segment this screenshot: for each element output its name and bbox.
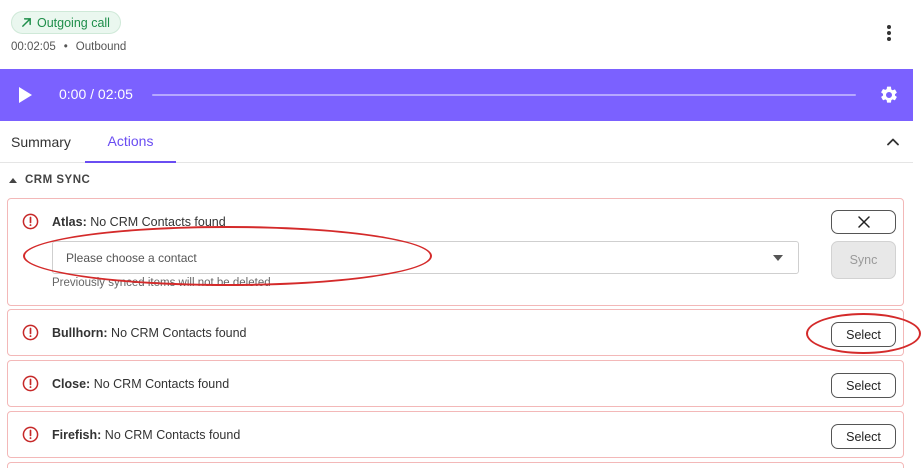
dropdown-arrow-icon [773, 255, 783, 261]
contact-select-placeholder: Please choose a contact [66, 250, 197, 265]
badge-label: Outgoing call [37, 15, 110, 30]
arrow-up-right-icon [22, 18, 31, 27]
contact-select[interactable]: Please choose a contact [52, 241, 799, 274]
crm-status: No CRM Contacts found [107, 326, 247, 340]
call-meta: 00:02:05 • Outbound [11, 41, 126, 53]
crm-card-bullhorn: Bullhorn: No CRM Contacts found Select [7, 309, 904, 356]
exclamation-circle-icon [22, 213, 39, 230]
play-icon[interactable] [17, 86, 33, 104]
crm-status-line: Firefish: No CRM Contacts found [52, 428, 241, 442]
crm-status: No CRM Contacts found [101, 428, 241, 442]
tab-bar: Summary Actions [0, 121, 913, 163]
crm-status: No CRM Contacts found [90, 377, 230, 391]
select-button-firefish[interactable]: Select [831, 424, 896, 449]
section-title: CRM SYNC [25, 174, 91, 186]
crm-name: Firefish [52, 428, 98, 442]
crm-status-line: Atlas: No CRM Contacts found [52, 215, 226, 229]
outgoing-call-badge: Outgoing call [11, 11, 121, 34]
crm-status-line: Bullhorn: No CRM Contacts found [52, 326, 247, 340]
crm-name: Close [52, 377, 87, 391]
progress-track[interactable] [152, 94, 856, 96]
kebab-menu-icon[interactable] [880, 23, 898, 43]
sync-hint: Previously synced items will not be dele… [52, 277, 271, 289]
select-button-close[interactable]: Select [831, 373, 896, 398]
exclamation-circle-icon [22, 426, 39, 443]
crm-name: Bullhorn [52, 326, 104, 340]
crm-card-atlas: Atlas: No CRM Contacts found Please choo… [7, 198, 904, 306]
dismiss-button[interactable] [831, 210, 896, 234]
playback-time: 0:00 / 02:05 [59, 86, 133, 102]
gear-icon[interactable] [879, 85, 899, 105]
select-button-bullhorn[interactable]: Select [831, 322, 896, 347]
crm-card-firefish: Firefish: No CRM Contacts found Select [7, 411, 904, 458]
exclamation-circle-icon [22, 375, 39, 392]
caret-up-icon [9, 177, 17, 183]
crm-status: No CRM Contacts found [86, 215, 226, 229]
crm-status-line: Close: No CRM Contacts found [52, 377, 230, 391]
audio-player: 0:00 / 02:05 [0, 69, 913, 121]
crm-name: Atlas [52, 215, 83, 229]
exclamation-circle-icon [22, 324, 39, 341]
sync-button[interactable]: Sync [831, 241, 896, 279]
tab-actions[interactable]: Actions [85, 121, 176, 163]
call-header: Outgoing call 00:02:05 • Outbound [0, 0, 922, 69]
crm-card-partial [7, 462, 904, 468]
tab-summary[interactable]: Summary [11, 121, 71, 162]
crm-card-close: Close: No CRM Contacts found Select [7, 360, 904, 407]
meta-separator: • [63, 41, 68, 53]
call-duration: 00:02:05 [11, 41, 56, 53]
call-direction: Outbound [75, 41, 127, 53]
close-icon [857, 216, 870, 228]
chevron-up-icon[interactable] [885, 134, 901, 150]
crm-sync-section-toggle[interactable]: CRM SYNC [9, 174, 90, 186]
